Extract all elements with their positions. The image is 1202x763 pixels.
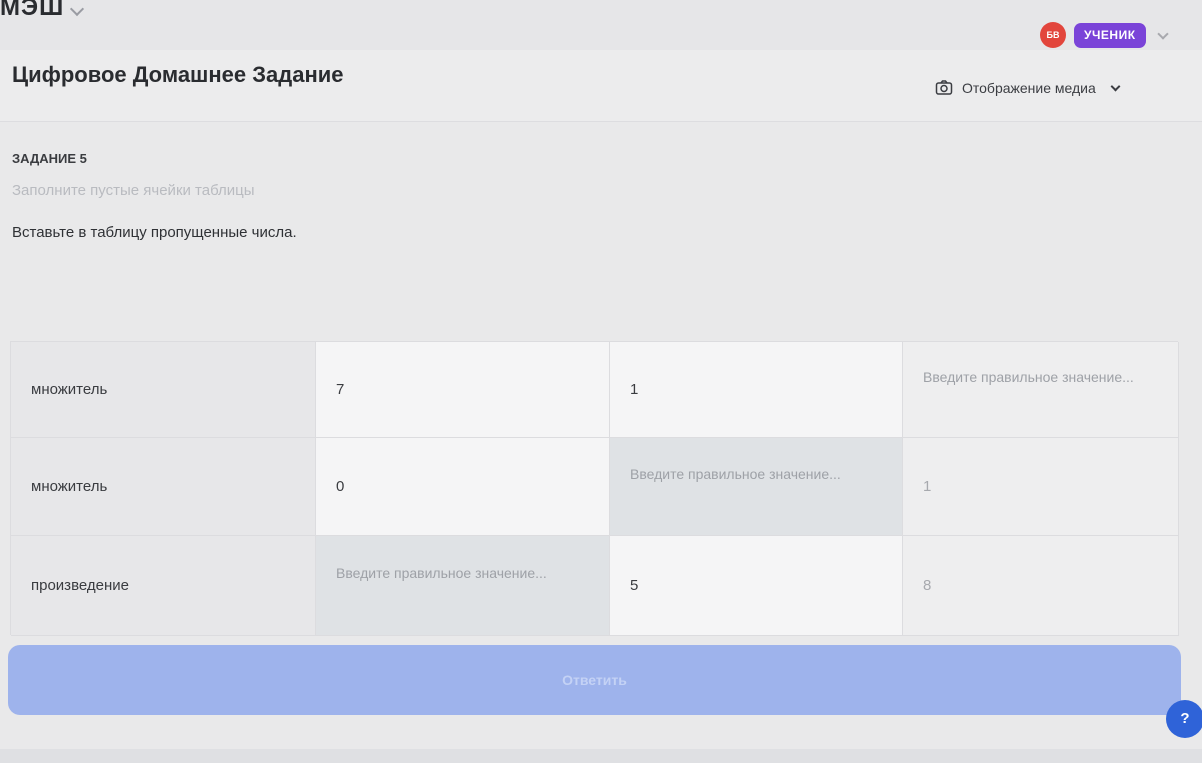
chevron-down-icon[interactable] — [1157, 28, 1169, 40]
media-icon — [935, 80, 953, 95]
answer-table: множитель 7 1 множитель 0 1 произведение… — [10, 341, 1179, 636]
row-label: множитель — [11, 342, 316, 438]
table-cell: 1 — [903, 438, 1179, 536]
page-header: Цифровое Домашнее Задание Отображение ме… — [0, 50, 1202, 122]
table-cell: 7 — [316, 342, 610, 438]
table-cell-input[interactable] — [610, 438, 903, 536]
submit-button[interactable]: Ответить — [8, 645, 1181, 715]
answer-input[interactable] — [923, 365, 1158, 414]
top-bar: МЭШ БВ УЧЕНИК — [0, 0, 1202, 50]
avatar[interactable]: БВ — [1040, 22, 1066, 48]
page-footer-strip — [0, 749, 1202, 763]
table-cell-input[interactable] — [903, 342, 1179, 438]
row-label: множитель — [11, 438, 316, 536]
brand-logo[interactable]: МЭШ — [0, 0, 64, 22]
task-content: ЗАДАНИЕ 5 Заполните пустые ячейки таблиц… — [0, 123, 1202, 763]
help-button[interactable]: ? — [1166, 700, 1202, 738]
role-badge: УЧЕНИК — [1074, 23, 1146, 48]
table-cell: 5 — [610, 536, 903, 636]
table-cell: 8 — [903, 536, 1179, 636]
media-toggle-label: Отображение медиа — [962, 80, 1096, 96]
task-hint: Заполните пустые ячейки таблицы — [12, 182, 255, 199]
task-label: ЗАДАНИЕ 5 — [12, 151, 87, 166]
answer-input[interactable] — [336, 561, 589, 610]
table-cell: 1 — [610, 342, 903, 438]
table-cell: 0 — [316, 438, 610, 536]
task-text: Вставьте в таблицу пропущенные числа. — [12, 224, 297, 241]
chevron-down-icon[interactable] — [69, 1, 85, 17]
row-label: произведение — [11, 536, 316, 636]
chevron-down-icon — [1110, 81, 1121, 91]
page-title: Цифровое Домашнее Задание — [12, 62, 344, 87]
answer-input[interactable] — [630, 462, 882, 511]
table-cell-input[interactable] — [316, 536, 610, 636]
media-display-toggle[interactable]: Отображение медиа — [934, 76, 1121, 100]
